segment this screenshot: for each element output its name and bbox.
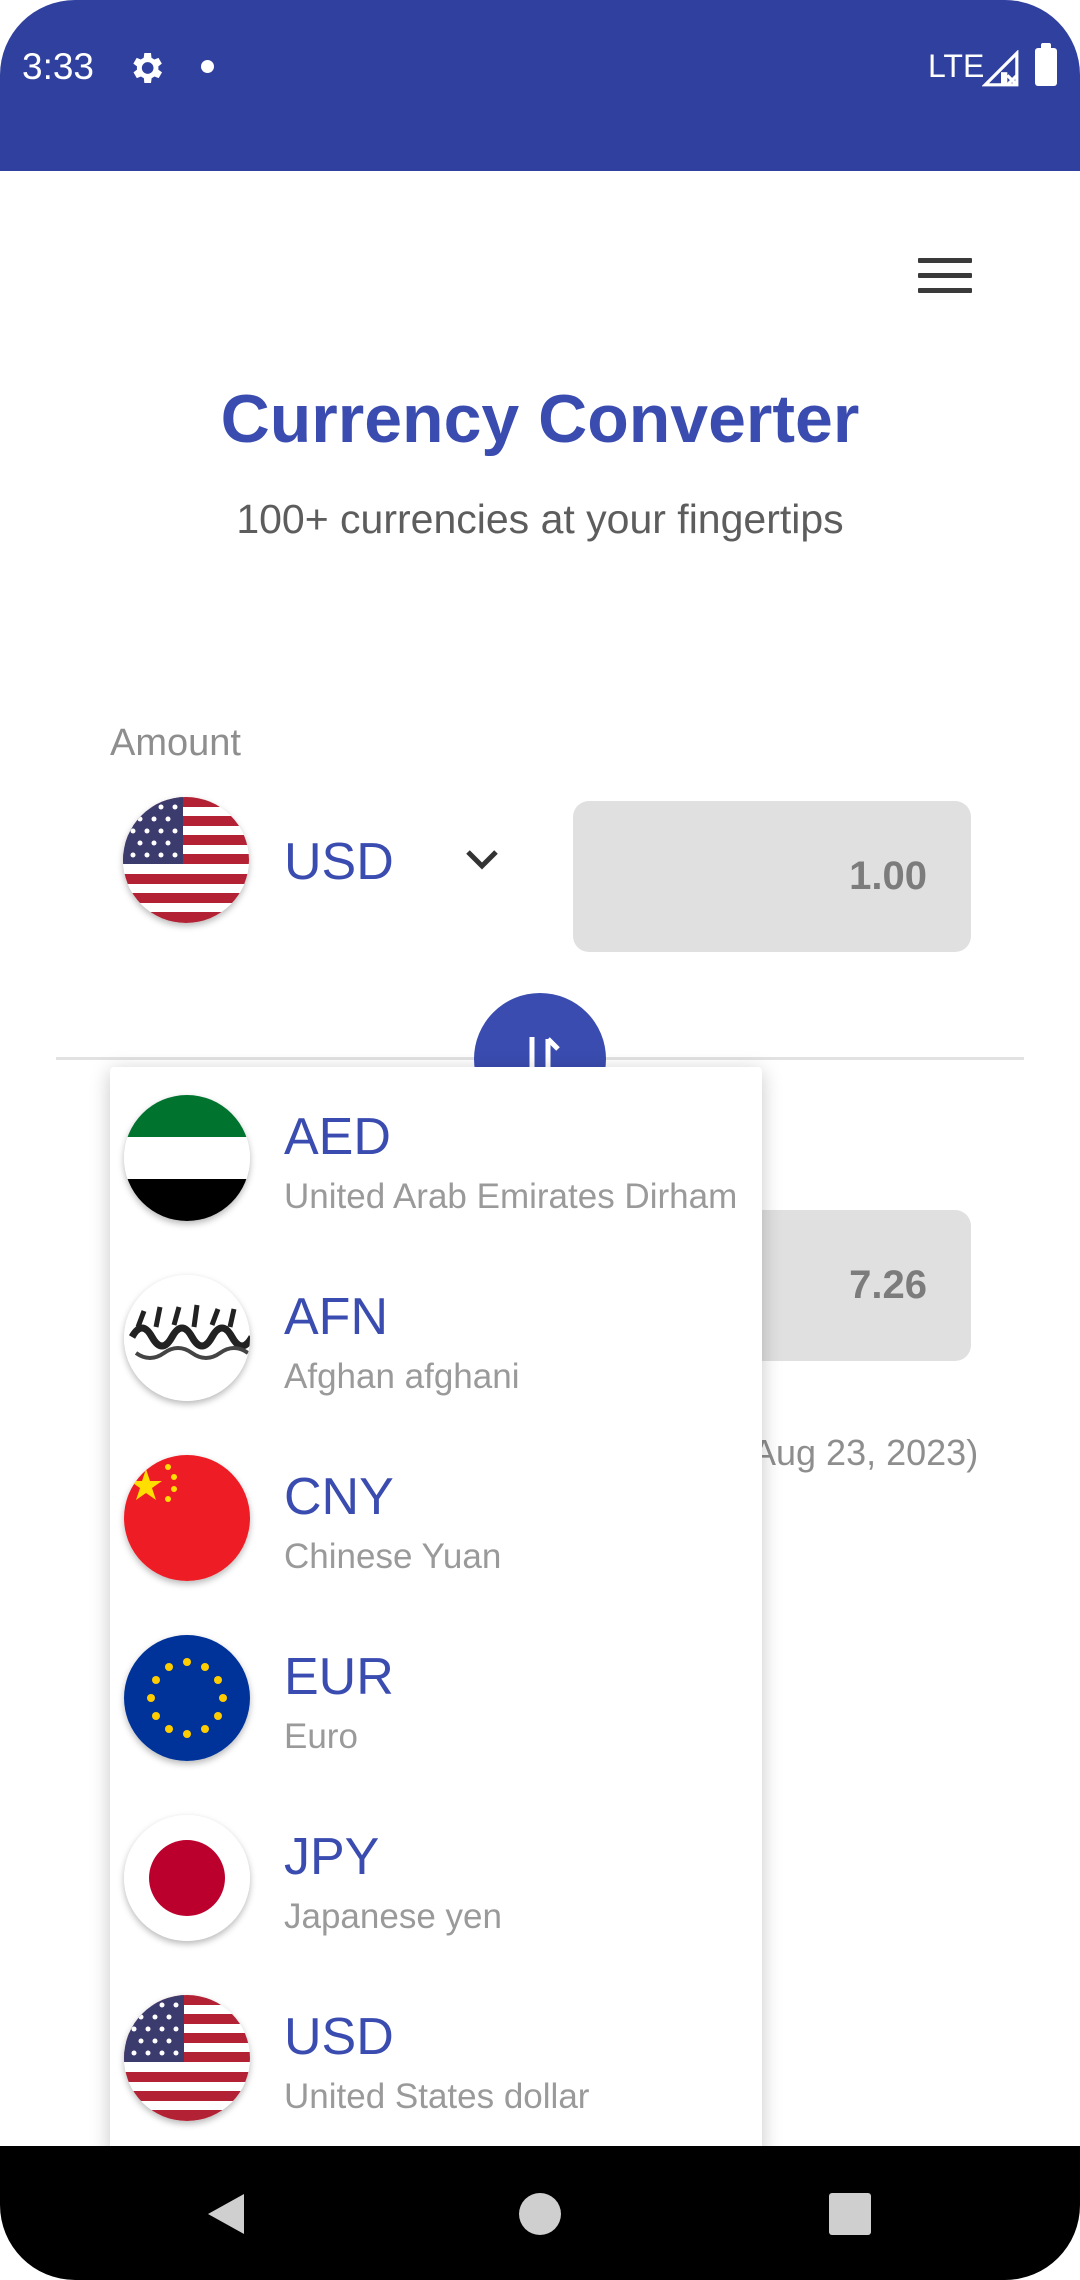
currency-code: JPY bbox=[284, 1828, 380, 1886]
eu-flag-icon bbox=[124, 1635, 250, 1761]
currency-code: USD bbox=[284, 2008, 394, 2066]
dropdown-item-afn[interactable]: AFN Afghan afghani bbox=[110, 1247, 762, 1427]
usa-flag-icon[interactable] bbox=[123, 797, 249, 923]
usa-flag-icon bbox=[124, 1995, 250, 2121]
recents-icon[interactable] bbox=[829, 2193, 871, 2235]
currency-name: Euro bbox=[284, 1717, 358, 1756]
dropdown-item-usd[interactable]: USD United States dollar bbox=[110, 1967, 762, 2147]
afghanistan-flag-icon bbox=[124, 1275, 250, 1401]
dropdown-item-aed[interactable]: AED United Arab Emirates Dirham bbox=[110, 1067, 762, 1247]
currency-code: AFN bbox=[284, 1288, 388, 1346]
hamburger-menu-icon[interactable] bbox=[918, 258, 972, 298]
amount-label: Amount bbox=[110, 722, 241, 764]
amount-input[interactable] bbox=[573, 801, 971, 952]
page-title: Currency Converter bbox=[220, 381, 860, 457]
converted-amount-field: 7.26 bbox=[730, 1210, 971, 1361]
signal-icon bbox=[982, 50, 1019, 87]
currency-name: United Arab Emirates Dirham bbox=[284, 1177, 738, 1216]
currency-code: EUR bbox=[284, 1648, 394, 1706]
back-icon[interactable] bbox=[204, 2190, 248, 2238]
currency-name: United States dollar bbox=[284, 2077, 590, 2116]
home-icon[interactable] bbox=[519, 2193, 561, 2235]
currency-name: Afghan afghani bbox=[284, 1357, 520, 1396]
uae-flag-icon bbox=[124, 1095, 250, 1221]
dropdown-item-cny[interactable]: CNY Chinese Yuan bbox=[110, 1427, 762, 1607]
battery-icon bbox=[1035, 43, 1057, 86]
dropdown-item-eur[interactable]: EUR Euro bbox=[110, 1607, 762, 1787]
from-currency-code[interactable]: USD bbox=[284, 832, 394, 892]
status-time: 3:33 bbox=[22, 46, 95, 87]
dropdown-item-jpy[interactable]: JPY Japanese yen bbox=[110, 1787, 762, 1967]
rate-date-text: Aug 23, 2023) bbox=[752, 1432, 979, 1473]
currency-dropdown: AED United Arab Emirates Dirham AFN Afgh… bbox=[110, 1067, 762, 2157]
status-bar: 3:33 LTE bbox=[0, 0, 1080, 171]
currency-name: Chinese Yuan bbox=[284, 1537, 502, 1576]
notification-dot-icon bbox=[201, 60, 214, 73]
network-type: LTE bbox=[928, 48, 985, 84]
currency-code: AED bbox=[284, 1108, 391, 1166]
page-subtitle: 100+ currencies at your fingertips bbox=[236, 496, 844, 542]
chevron-down-icon[interactable] bbox=[462, 844, 502, 874]
japan-flag-icon bbox=[124, 1815, 250, 1941]
china-flag-icon bbox=[124, 1455, 250, 1581]
currency-name: Japanese yen bbox=[284, 1897, 502, 1936]
settings-gear-icon bbox=[133, 53, 162, 83]
system-navigation-bar bbox=[0, 2146, 1080, 2280]
currency-code: CNY bbox=[284, 1468, 394, 1526]
